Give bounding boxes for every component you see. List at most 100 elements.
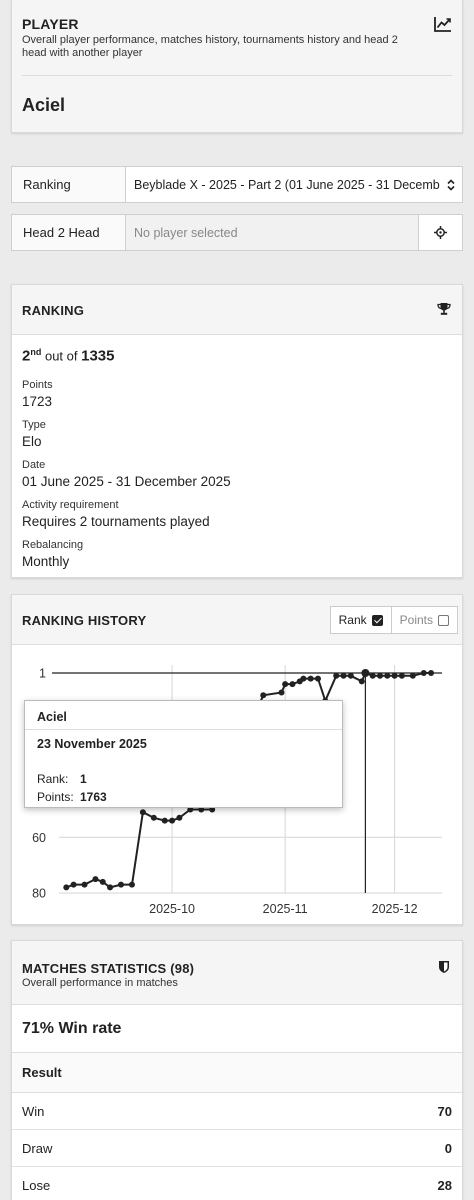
divider — [25, 729, 342, 730]
rank-position-suffix: nd — [30, 347, 42, 357]
ranking-select-row: Ranking Beyblade X - 2025 - Part 2 (01 J… — [11, 166, 463, 203]
data-point — [81, 881, 88, 888]
chart-tooltip: Aciel 23 November 2025 Rank: 1 Points: 176… — [24, 700, 343, 808]
head2head-input[interactable]: No player selected — [126, 215, 418, 250]
checkbox-checked-icon[interactable] — [371, 614, 383, 626]
field-value: Requires 2 tournaments played — [22, 514, 210, 529]
rank-position: 2nd out of 1335 — [22, 347, 115, 364]
data-point — [347, 672, 354, 679]
result-row-draw: Draw 0 — [12, 1130, 462, 1167]
data-point — [376, 672, 383, 679]
result-label: Win — [22, 1103, 45, 1119]
result-label: Lose — [22, 1177, 51, 1193]
data-point — [92, 876, 99, 883]
data-point — [150, 814, 157, 821]
data-point — [282, 681, 289, 688]
data-point — [307, 675, 314, 682]
select-arrows-icon[interactable] — [440, 167, 462, 202]
data-point — [420, 670, 427, 676]
data-point — [169, 817, 176, 824]
data-point — [398, 672, 405, 679]
points-toggle-label: Points — [399, 613, 433, 627]
points-toggle[interactable]: Points — [390, 607, 457, 633]
chart-mode-toggle: Rank Points — [329, 606, 458, 634]
player-section-title: PLAYER — [22, 16, 79, 32]
data-point — [289, 681, 296, 688]
matches-subtitle: Overall performance in matches — [22, 977, 178, 989]
player-card: PLAYER Overall player performance, match… — [11, 0, 463, 133]
select-player-button[interactable] — [418, 215, 462, 250]
ranking-select[interactable]: Beyblade X - 2025 - Part 2 (01 June 2025… — [126, 167, 440, 202]
ranking-history-card: RANKING HISTORY Rank Points 2025-10 2025-… — [11, 594, 463, 925]
tooltip-rank-label: Rank: — [37, 772, 69, 786]
result-label: Draw — [22, 1140, 53, 1156]
x-tick-label: 2025-11 — [263, 902, 308, 916]
ranking-header: RANKING — [12, 285, 462, 335]
checkbox-unchecked-icon[interactable] — [438, 614, 449, 626]
rank-toggle[interactable]: Rank — [331, 607, 391, 633]
x-tick-label: 2025-10 — [149, 902, 195, 916]
crosshair-icon — [434, 226, 447, 239]
field-label: Activity requirement — [22, 499, 119, 511]
head2head-row: Head 2 Head No player selected — [11, 214, 463, 251]
data-point — [139, 809, 146, 816]
field-value: Monthly — [22, 554, 70, 569]
matches-statistics-card: MATCHES STATISTICS (98) Overall performa… — [11, 940, 463, 1200]
result-count: 0 — [444, 1140, 452, 1156]
result-header: Result — [12, 1053, 462, 1093]
y-tick-label: 1 — [39, 667, 46, 681]
tooltip-player-name: Aciel — [37, 710, 67, 724]
result-row-lose: Lose 28 — [12, 1167, 462, 1200]
data-point — [369, 672, 376, 679]
data-point — [260, 692, 267, 699]
data-point — [278, 689, 285, 696]
tooltip-points-label: Points: — [37, 790, 74, 804]
head2head-label: Head 2 Head — [12, 215, 126, 250]
matches-header: MATCHES STATISTICS (98) Overall performa… — [12, 941, 462, 1005]
player-name: Aciel — [22, 95, 66, 115]
field-label: Date — [22, 459, 46, 471]
field-value: 01 June 2025 - 31 December 2025 — [22, 474, 231, 489]
line-chart-icon[interactable] — [434, 16, 452, 32]
field-label: Rebalancing — [22, 539, 84, 551]
data-point — [314, 675, 321, 682]
rank-toggle-label: Rank — [338, 613, 367, 627]
result-count: 28 — [437, 1177, 452, 1193]
divider — [22, 75, 452, 76]
rank-total: 1335 — [81, 347, 115, 365]
field-label: Points — [22, 379, 53, 391]
player-section-subtitle: Overall player performance, matches hist… — [22, 34, 398, 59]
result-row-win: Win 70 — [12, 1093, 462, 1130]
tooltip-rank: Rank: 1 — [37, 772, 87, 786]
date-field: Date 01 June 2025 - 31 December 2025 — [22, 459, 231, 489]
data-point — [128, 881, 135, 888]
ranking-select-label: Ranking — [12, 167, 126, 202]
data-point — [340, 672, 347, 679]
data-point — [107, 884, 114, 891]
tooltip-points-value: 1763 — [80, 790, 107, 804]
matches-title: MATCHES STATISTICS (98) — [22, 961, 195, 976]
field-label: Type — [22, 419, 46, 431]
rank-out-of-label: out of — [44, 348, 78, 364]
ranking-history-header: RANKING HISTORY Rank Points — [12, 595, 462, 645]
ranking-history-title: RANKING HISTORY — [22, 613, 147, 628]
data-point — [428, 670, 435, 676]
points-field: Points 1723 — [22, 379, 53, 409]
field-value: Elo — [22, 434, 42, 449]
data-point — [99, 878, 106, 885]
data-point — [409, 672, 416, 679]
trophy-icon — [437, 303, 451, 315]
ranking-title: RANKING — [22, 303, 85, 318]
data-point — [361, 669, 370, 677]
type-field: Type Elo — [22, 419, 46, 449]
tooltip-date: 23 November 2025 — [37, 737, 147, 751]
x-tick-label: 2025-12 — [372, 902, 418, 916]
data-point — [161, 817, 168, 824]
y-tick-label: 60 — [32, 831, 46, 845]
result-count: 70 — [437, 1103, 452, 1119]
data-point — [333, 672, 340, 679]
activity-field: Activity requirement Requires 2 tourname… — [22, 499, 210, 529]
ranking-card: RANKING 2nd out of 1335 Points 1723 Type… — [11, 284, 463, 578]
data-point — [118, 881, 125, 888]
data-point — [70, 881, 77, 888]
